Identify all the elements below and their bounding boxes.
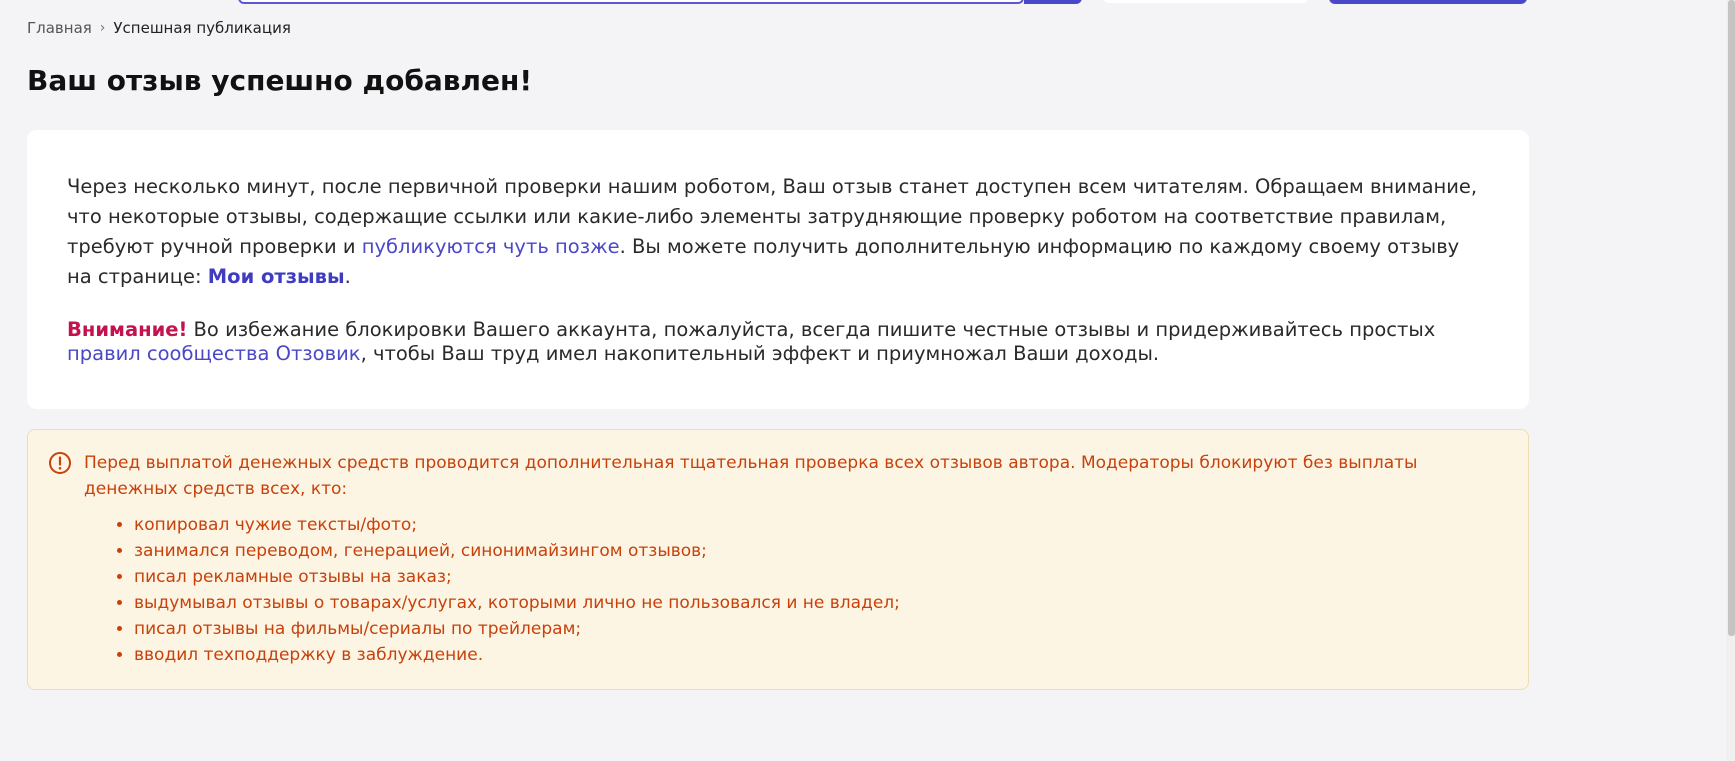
breadcrumb-home-link[interactable]: Главная: [27, 19, 92, 37]
list-item: писал отзывы на фильмы/сериалы по трейле…: [134, 616, 1488, 642]
list-item: копировал чужие тексты/фото;: [134, 512, 1488, 538]
list-item: занимался переводом, генерацией, синоним…: [134, 538, 1488, 564]
published-later-link[interactable]: публикуются чуть позже: [362, 235, 620, 258]
attention-text-part: Во избежание блокировки Вашего аккаунта,…: [187, 318, 1436, 341]
exclamation-circle-icon: [49, 452, 71, 474]
breadcrumb-separator: ›: [99, 20, 106, 36]
scrollbar-thumb[interactable]: [1728, 0, 1735, 636]
info-card: Через несколько минут, после первичной п…: [27, 130, 1529, 409]
list-item: писал рекламные отзывы на заказ;: [134, 564, 1488, 590]
breadcrumb-current: Успешная публикация: [113, 19, 291, 37]
info-text-end: .: [344, 265, 351, 288]
attention-label: Внимание!: [67, 318, 188, 341]
attention-text-part: , чтобы Ваш труд имел накопительный эффе…: [360, 342, 1160, 365]
search-button[interactable]: [1024, 0, 1082, 4]
my-reviews-link[interactable]: Мои отзывы: [208, 265, 345, 288]
payout-warning-box: Перед выплатой денежных средств проводит…: [27, 429, 1529, 690]
attention-text: Внимание! Во избежание блокировки Вашего…: [67, 318, 1489, 366]
breadcrumb: Главная › Успешная публикация: [27, 19, 291, 37]
category-select[interactable]: [1103, 0, 1309, 3]
add-review-button[interactable]: [1329, 0, 1527, 4]
violation-list: копировал чужие тексты/фото; занимался п…: [82, 512, 1488, 668]
list-item: вводил техподдержку в заблуждение.: [134, 642, 1488, 668]
page-title: Ваш отзыв успешно добавлен!: [27, 64, 533, 97]
list-item: выдумывал отзывы о товарах/услугах, кото…: [134, 590, 1488, 616]
community-rules-link[interactable]: правил сообщества Отзовик: [67, 342, 361, 365]
payout-warning-text: Перед выплатой денежных средств проводит…: [84, 453, 1418, 499]
publication-info-text: Через несколько минут, после первичной п…: [67, 172, 1489, 292]
page: Главная › Успешная публикация Ваш отзыв …: [0, 0, 1735, 761]
search-input[interactable]: [238, 0, 1024, 4]
